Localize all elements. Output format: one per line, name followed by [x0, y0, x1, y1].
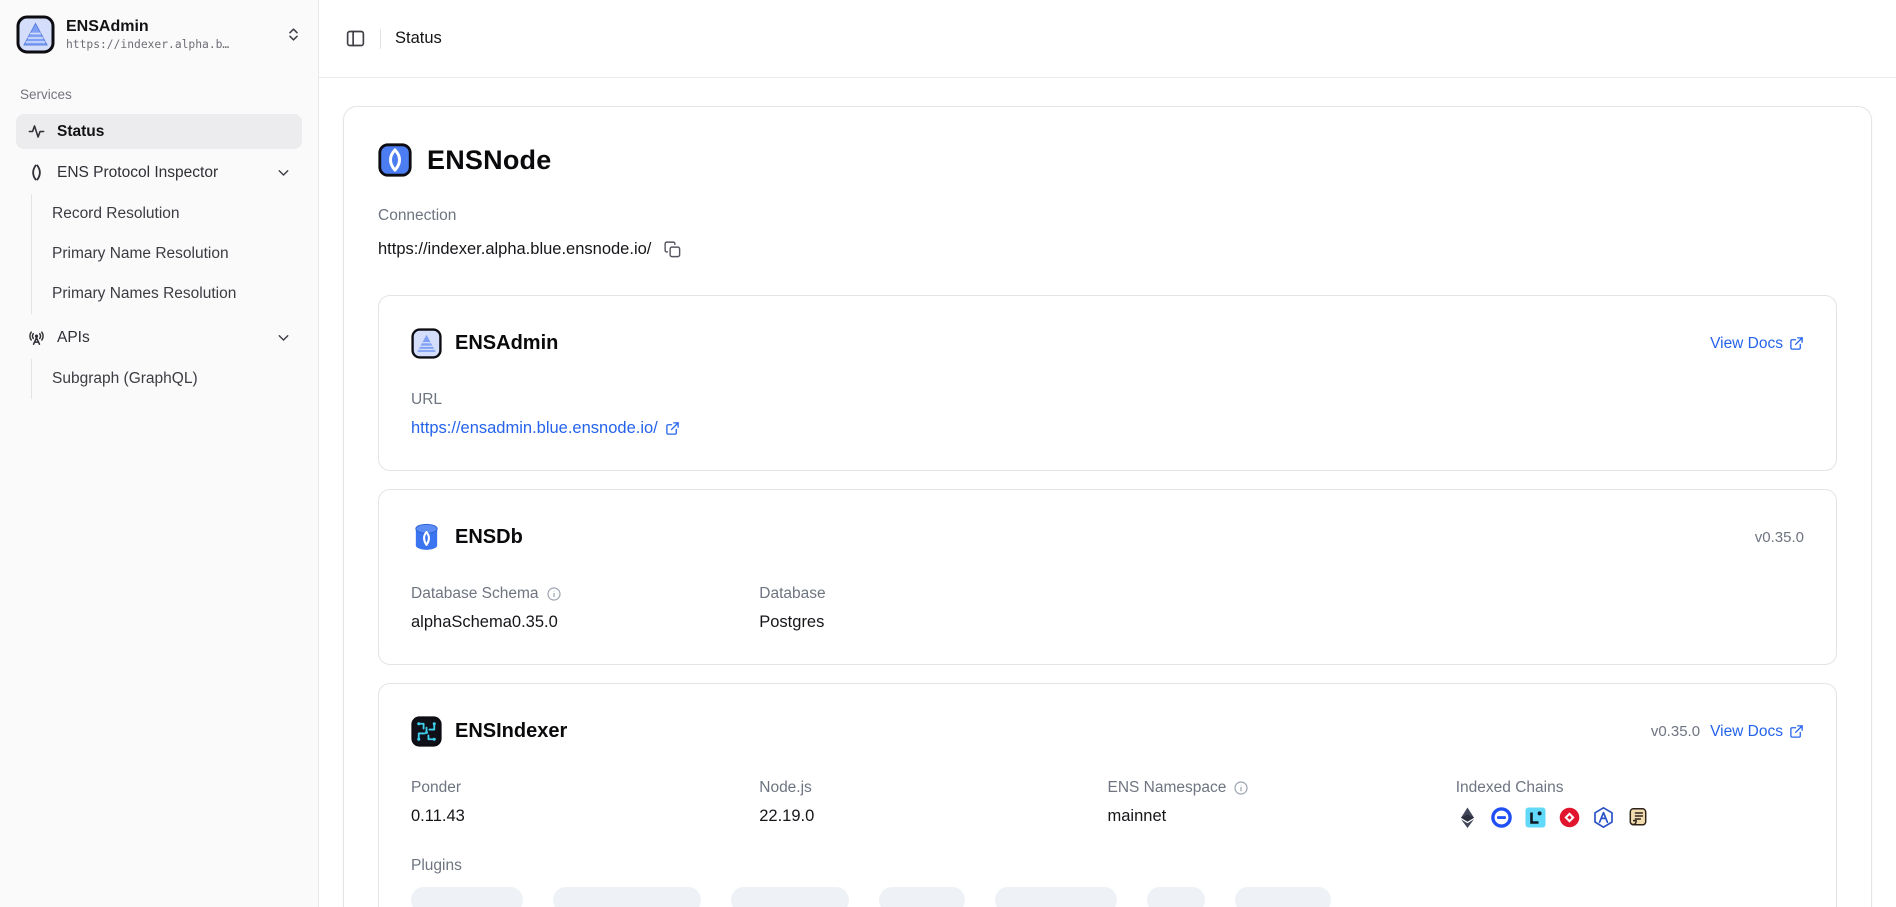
- ens-protocol-inspector-sublist: Record Resolution Primary Name Resolutio…: [31, 194, 302, 314]
- plugin-pill: [1147, 887, 1205, 907]
- activity-icon: [26, 122, 46, 142]
- plugin-pill: [995, 887, 1117, 907]
- sidebar-section-label: Services: [16, 87, 302, 102]
- sidebar-item-primary-name-resolution[interactable]: Primary Name Resolution: [52, 234, 302, 274]
- sidebar-item-ens-protocol-inspector[interactable]: ENS Protocol Inspector: [16, 155, 302, 190]
- sidebar-item-label: Status: [57, 123, 104, 141]
- info-icon[interactable]: [546, 586, 562, 602]
- card-title: ENSDb: [455, 526, 523, 549]
- ponder-field: Ponder 0.11.43: [411, 779, 759, 829]
- external-link-icon: [1789, 724, 1804, 739]
- connection-row: https://indexer.alpha.blue.ensnode.io/: [378, 240, 1837, 259]
- url-field: URL https://ensadmin.blue.ensnode.io/: [411, 391, 759, 438]
- ensindexer-card-icon: [411, 716, 442, 747]
- ensdb-card-icon: [411, 522, 442, 553]
- sidebar-item-status[interactable]: Status: [16, 114, 302, 149]
- ens-namespace-field: ENS Namespace mainnet: [1108, 779, 1456, 829]
- field-label: Indexed Chains: [1456, 779, 1564, 797]
- sidebar-item-subgraph-graphql[interactable]: Subgraph (GraphQL): [52, 359, 302, 399]
- ensnode-header: ENSNode: [378, 143, 1837, 177]
- plugins-section: Plugins: [411, 857, 1804, 907]
- page-title: ENSNode: [427, 145, 551, 176]
- chevron-down-icon: [275, 164, 292, 181]
- field-value: 22.19.0: [759, 807, 1107, 826]
- field-value: alphaSchema0.35.0: [411, 613, 759, 632]
- ethereum-chain-icon: [1456, 806, 1479, 829]
- field-label: Database: [759, 585, 825, 603]
- ensnode-status-card: ENSNode Connection https://indexer.alpha…: [343, 106, 1872, 907]
- connection-url: https://indexer.alpha.blue.ensnode.io/: [378, 240, 651, 259]
- sidebar-toggle-icon[interactable]: [345, 28, 366, 49]
- workspace-title: ENSAdmin: [66, 18, 229, 36]
- topbar: Status: [319, 0, 1896, 78]
- view-docs-link[interactable]: View Docs: [1710, 335, 1804, 353]
- field-label: Database Schema: [411, 585, 539, 603]
- plugin-pill: [553, 887, 701, 907]
- view-docs-link[interactable]: View Docs: [1710, 723, 1804, 741]
- scroll-chain-icon: [1626, 806, 1649, 829]
- indexed-chains-field: Indexed Chains: [1456, 779, 1804, 829]
- workspace-url: https://indexer.alpha.b…: [66, 38, 229, 51]
- plugin-pill: [879, 887, 965, 907]
- radio-tower-icon: [26, 328, 46, 348]
- sidebar-item-apis[interactable]: APIs: [16, 320, 302, 355]
- ensadmin-url-link[interactable]: https://ensadmin.blue.ensnode.io/: [411, 419, 680, 438]
- external-link-icon: [665, 421, 680, 436]
- field-label: URL: [411, 391, 442, 409]
- workspace-switcher[interactable]: ENSAdmin https://indexer.alpha.b…: [0, 0, 318, 67]
- card-title: ENSAdmin: [455, 332, 558, 355]
- version-badge: v0.35.0: [1651, 723, 1700, 740]
- ensadmin-card-icon: [411, 328, 442, 359]
- plugin-pill: [411, 887, 523, 907]
- breadcrumb: Status: [395, 29, 442, 48]
- field-value: mainnet: [1108, 807, 1456, 826]
- external-link-icon: [1789, 336, 1804, 351]
- plugin-pill: [731, 887, 849, 907]
- main-area: Status ENSNode Connection https://indexe…: [319, 0, 1896, 907]
- linea-chain-icon: [1524, 806, 1547, 829]
- apis-sublist: Subgraph (GraphQL): [31, 359, 302, 399]
- version-badge: v0.35.0: [1755, 529, 1804, 546]
- field-label: Ponder: [411, 779, 461, 797]
- ensdb-card: ENSDb v0.35.0 Database Schema alphaSch: [378, 489, 1837, 665]
- field-value: 0.11.43: [411, 807, 759, 826]
- field-label: ENS Namespace: [1108, 779, 1227, 797]
- sidebar: ENSAdmin https://indexer.alpha.b… Servic…: [0, 0, 319, 907]
- topbar-divider: [380, 29, 381, 49]
- plugins-label: Plugins: [411, 857, 462, 875]
- copy-button[interactable]: [663, 240, 682, 259]
- plugin-pill: [1235, 887, 1331, 907]
- sidebar-item-record-resolution[interactable]: Record Resolution: [52, 194, 302, 234]
- info-icon[interactable]: [1233, 780, 1249, 796]
- database-schema-field: Database Schema alphaSchema0.35.0: [411, 585, 759, 632]
- sidebar-item-label: ENS Protocol Inspector: [57, 164, 218, 182]
- sidebar-item-label: APIs: [57, 329, 90, 347]
- nodejs-field: Node.js 22.19.0: [759, 779, 1107, 829]
- chevron-down-icon: [275, 329, 292, 346]
- field-value: Postgres: [759, 613, 1107, 632]
- database-field: Database Postgres: [759, 585, 1107, 632]
- ensadmin-logo-icon: [16, 15, 55, 54]
- plugin-pills: [411, 887, 1804, 907]
- arbitrum-chain-icon: [1592, 806, 1615, 829]
- ensadmin-card: ENSAdmin View Docs URL: [378, 295, 1837, 471]
- ensnode-logo-icon: [378, 143, 412, 177]
- ensindexer-card: ENSIndexer v0.35.0 View Docs Ponder: [378, 683, 1837, 907]
- content: ENSNode Connection https://indexer.alpha…: [319, 78, 1896, 907]
- card-title: ENSIndexer: [455, 720, 567, 743]
- connection-label: Connection: [378, 207, 1837, 225]
- base-chain-icon: [1490, 806, 1513, 829]
- optimism-chain-icon: [1558, 806, 1581, 829]
- chevrons-up-down-icon: [285, 26, 302, 43]
- field-label: Node.js: [759, 779, 812, 797]
- sidebar-item-primary-names-resolution[interactable]: Primary Names Resolution: [52, 274, 302, 314]
- ens-diamond-icon: [26, 163, 46, 183]
